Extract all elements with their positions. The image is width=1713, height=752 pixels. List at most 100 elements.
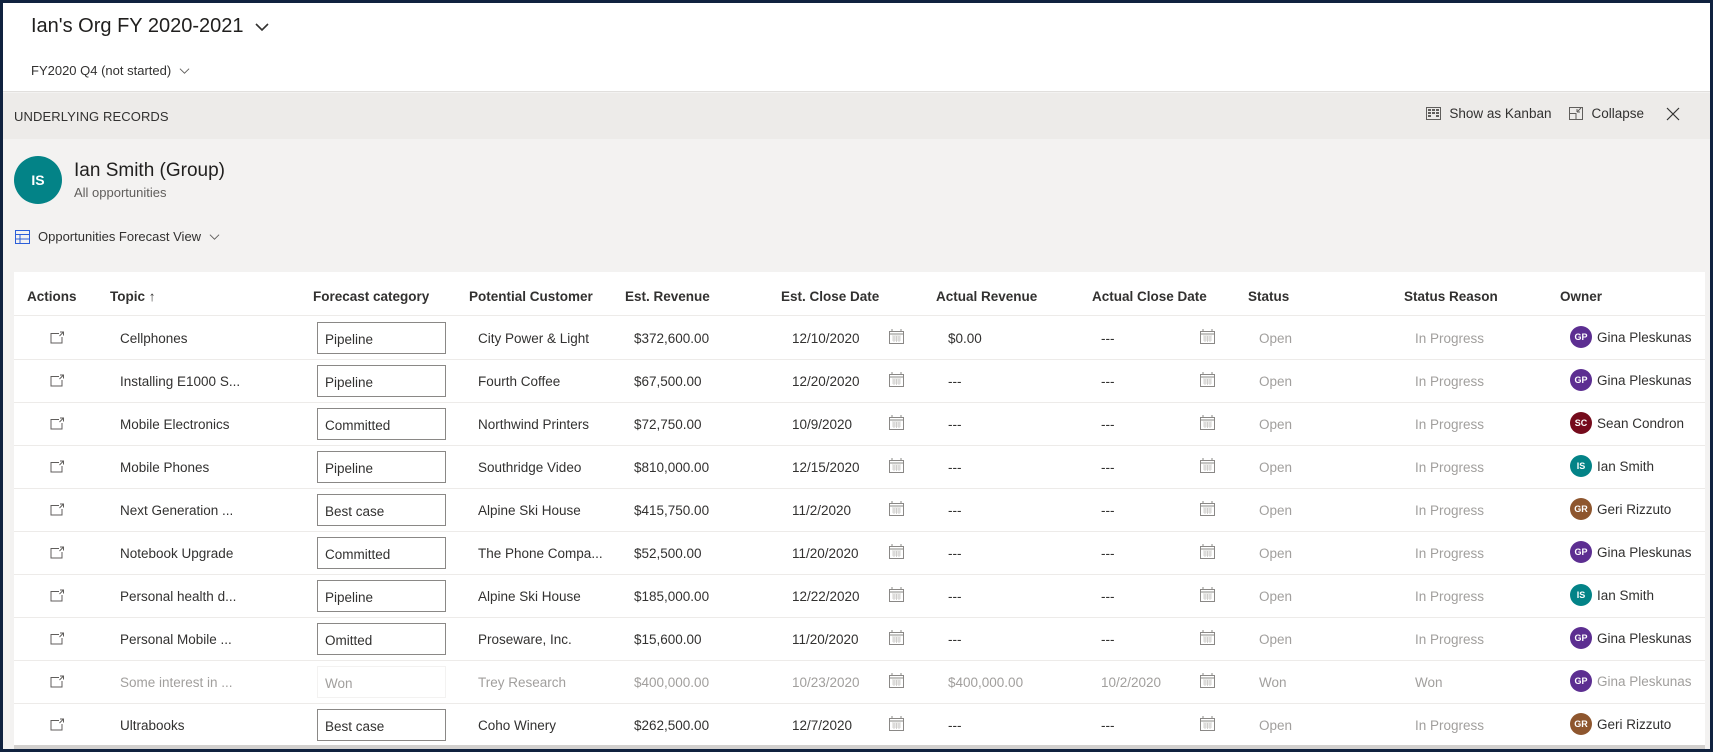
table-row[interactable]: Ultrabooks Best case Coho Winery $262,50… (14, 704, 1705, 747)
est-revenue-cell[interactable]: $52,500.00 (634, 546, 702, 561)
est-revenue-cell[interactable]: $415,750.00 (634, 503, 709, 518)
owner-cell[interactable]: IS Ian Smith (1570, 455, 1654, 477)
actual-revenue-cell[interactable]: $400,000.00 (948, 675, 1023, 690)
calendar-icon[interactable] (889, 372, 904, 387)
actual-revenue-cell[interactable]: --- (948, 503, 962, 518)
est-revenue-cell[interactable]: $185,000.00 (634, 589, 709, 604)
customer-cell[interactable]: Coho Winery (478, 718, 556, 733)
close-icon[interactable] (1666, 107, 1680, 121)
open-record-icon[interactable] (50, 374, 65, 387)
est-revenue-cell[interactable]: $67,500.00 (634, 374, 702, 389)
open-record-icon[interactable] (50, 503, 65, 516)
table-row[interactable]: Installing E1000 S... Pipeline Fourth Co… (14, 360, 1705, 403)
customer-cell[interactable]: Southridge Video (478, 460, 581, 475)
open-record-icon[interactable] (50, 589, 65, 602)
owner-cell[interactable]: GP Gina Pleskunas (1570, 670, 1692, 692)
topic-cell[interactable]: Mobile Electronics (120, 417, 230, 432)
calendar-icon[interactable] (889, 544, 904, 559)
owner-cell[interactable]: GR Geri Rizzuto (1570, 713, 1671, 735)
column-header-potential-customer[interactable]: Potential Customer (469, 289, 593, 304)
est-close-date-cell[interactable]: 12/10/2020 (792, 331, 860, 346)
customer-cell[interactable]: Alpine Ski House (478, 589, 581, 604)
forecast-category-field[interactable]: Won (317, 666, 446, 698)
est-close-date-cell[interactable]: 12/20/2020 (792, 374, 860, 389)
column-header-actions[interactable]: Actions (27, 289, 77, 304)
open-record-icon[interactable] (50, 632, 65, 645)
open-record-icon[interactable] (50, 546, 65, 559)
actual-revenue-cell[interactable]: --- (948, 460, 962, 475)
actual-revenue-cell[interactable]: --- (948, 718, 962, 733)
actual-close-date-cell[interactable]: --- (1101, 632, 1115, 647)
est-close-date-cell[interactable]: 12/15/2020 (792, 460, 860, 475)
owner-cell[interactable]: IS Ian Smith (1570, 584, 1654, 606)
est-close-date-cell[interactable]: 12/22/2020 (792, 589, 860, 604)
forecast-category-field[interactable]: Omitted (317, 623, 446, 655)
column-header-est-close-date[interactable]: Est. Close Date (781, 289, 879, 304)
customer-cell[interactable]: The Phone Compa... (478, 546, 603, 561)
show-as-kanban-button[interactable]: Show as Kanban (1426, 106, 1551, 121)
topic-cell[interactable]: Cellphones (120, 331, 188, 346)
topic-cell[interactable]: Ultrabooks (120, 718, 185, 733)
est-close-date-cell[interactable]: 11/20/2020 (792, 546, 859, 561)
forecast-category-field[interactable]: Best case (317, 494, 446, 526)
forecast-category-field[interactable]: Pipeline (317, 451, 446, 483)
owner-cell[interactable]: SC Sean Condron (1570, 412, 1684, 434)
table-row[interactable]: Next Generation ... Best case Alpine Ski… (14, 489, 1705, 532)
table-row[interactable]: Some interest in ... Won Trey Research $… (14, 661, 1705, 704)
calendar-icon[interactable] (1200, 372, 1215, 387)
est-revenue-cell[interactable]: $372,600.00 (634, 331, 709, 346)
calendar-icon[interactable] (889, 329, 904, 344)
topic-cell[interactable]: Personal Mobile ... (120, 632, 232, 647)
calendar-icon[interactable] (889, 587, 904, 602)
open-record-icon[interactable] (50, 718, 65, 731)
actual-revenue-cell[interactable]: $0.00 (948, 331, 982, 346)
customer-cell[interactable]: Proseware, Inc. (478, 632, 572, 647)
calendar-icon[interactable] (1200, 716, 1215, 731)
actual-close-date-cell[interactable]: --- (1101, 331, 1115, 346)
topic-cell[interactable]: Next Generation ... (120, 503, 233, 518)
actual-revenue-cell[interactable]: --- (948, 546, 962, 561)
calendar-icon[interactable] (889, 501, 904, 516)
actual-close-date-cell[interactable]: --- (1101, 503, 1115, 518)
est-revenue-cell[interactable]: $262,500.00 (634, 718, 709, 733)
column-header-est-revenue[interactable]: Est. Revenue (625, 289, 710, 304)
est-close-date-cell[interactable]: 11/2/2020 (792, 503, 851, 518)
open-record-icon[interactable] (50, 417, 65, 430)
calendar-icon[interactable] (1200, 587, 1215, 602)
period-dropdown[interactable]: FY2020 Q4 (not started) (31, 63, 190, 78)
actual-close-date-cell[interactable]: 10/2/2020 (1101, 675, 1161, 690)
calendar-icon[interactable] (1200, 458, 1215, 473)
open-record-icon[interactable] (50, 675, 65, 688)
calendar-icon[interactable] (1200, 501, 1215, 516)
calendar-icon[interactable] (889, 415, 904, 430)
owner-cell[interactable]: GP Gina Pleskunas (1570, 326, 1692, 348)
actual-close-date-cell[interactable]: --- (1101, 718, 1115, 733)
column-header-status[interactable]: Status (1248, 289, 1289, 304)
forecast-category-field[interactable]: Pipeline (317, 365, 446, 397)
topic-cell[interactable]: Installing E1000 S... (120, 374, 240, 389)
table-row[interactable]: Cellphones Pipeline City Power & Light $… (14, 317, 1705, 360)
column-header-owner[interactable]: Owner (1560, 289, 1602, 304)
table-row[interactable]: Personal health d... Pipeline Alpine Ski… (14, 575, 1705, 618)
table-row[interactable]: Notebook Upgrade Committed The Phone Com… (14, 532, 1705, 575)
est-close-date-cell[interactable]: 12/7/2020 (792, 718, 852, 733)
actual-revenue-cell[interactable]: --- (948, 374, 962, 389)
forecast-title-dropdown[interactable]: Ian's Org FY 2020-2021 (31, 15, 270, 38)
est-close-date-cell[interactable]: 11/20/2020 (792, 632, 859, 647)
actual-revenue-cell[interactable]: --- (948, 589, 962, 604)
column-header-topic[interactable]: Topic ↑ (110, 289, 156, 304)
column-header-actual-close-date[interactable]: Actual Close Date (1092, 289, 1207, 304)
customer-cell[interactable]: Alpine Ski House (478, 503, 581, 518)
customer-cell[interactable]: Northwind Printers (478, 417, 589, 432)
customer-cell[interactable]: Trey Research (478, 675, 566, 690)
table-row[interactable]: Mobile Electronics Committed Northwind P… (14, 403, 1705, 446)
collapse-button[interactable]: Collapse (1569, 106, 1644, 121)
owner-cell[interactable]: GP Gina Pleskunas (1570, 541, 1692, 563)
est-revenue-cell[interactable]: $810,000.00 (634, 460, 709, 475)
forecast-category-field[interactable]: Pipeline (317, 580, 446, 612)
actual-revenue-cell[interactable]: --- (948, 632, 962, 647)
open-record-icon[interactable] (50, 460, 65, 473)
calendar-icon[interactable] (889, 630, 904, 645)
column-header-status-reason[interactable]: Status Reason (1404, 289, 1498, 304)
actual-close-date-cell[interactable]: --- (1101, 589, 1115, 604)
